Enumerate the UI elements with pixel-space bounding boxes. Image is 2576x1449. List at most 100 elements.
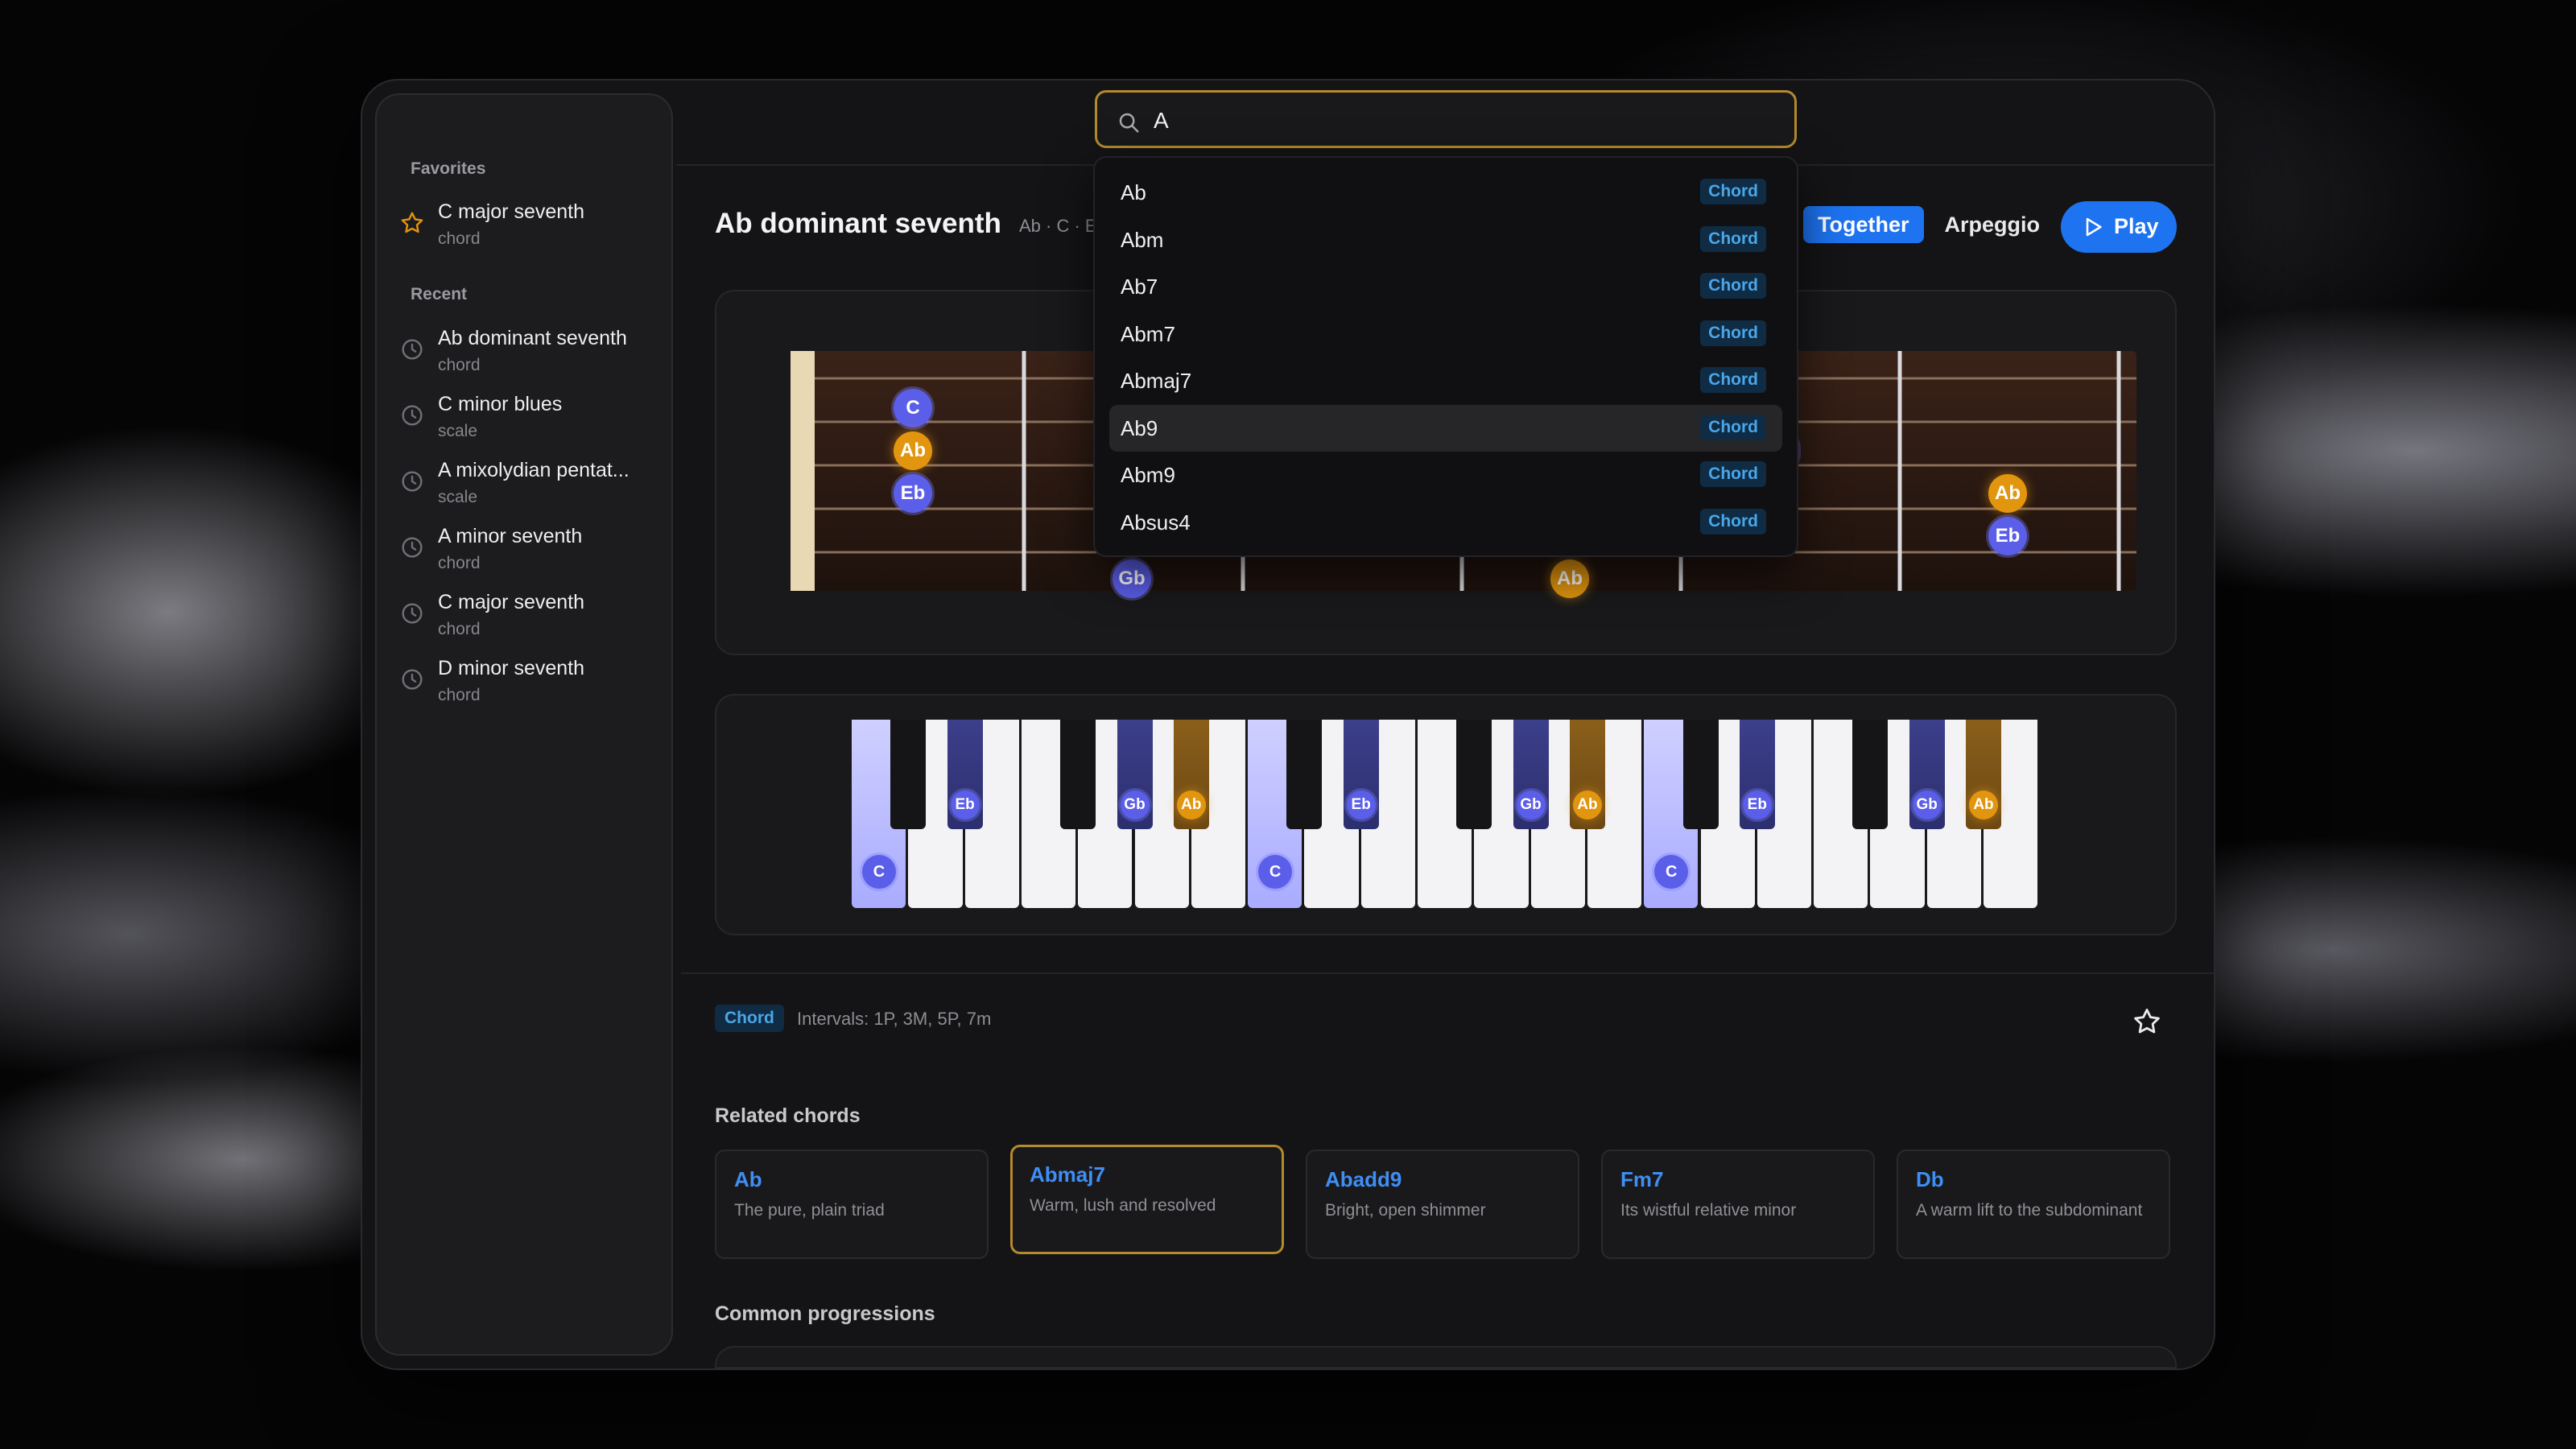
suggestion-type-tag: Chord xyxy=(1700,461,1766,487)
suggestion-item[interactable]: Ab Chord xyxy=(1109,169,1782,216)
sidebar: Favorites C major seventh chord Recent A… xyxy=(375,93,673,1356)
piano-black-key[interactable] xyxy=(1060,720,1096,829)
intervals-text: Intervals: 1P, 3M, 5P, 7m xyxy=(797,1009,992,1029)
piano-note-label: Ab xyxy=(1572,791,1602,819)
suggestion-item[interactable]: Abm9 Chord xyxy=(1109,452,1782,498)
clock-icon xyxy=(402,339,423,360)
sidebar-item-recent[interactable]: Ab dominant seventh chord xyxy=(399,327,657,386)
sidebar-item-favorite[interactable]: C major seventh chord xyxy=(399,200,657,260)
suggestion-type-tag: Chord xyxy=(1700,367,1766,393)
sidebar-item-title: A mixolydian pentat... xyxy=(438,459,630,481)
chord-notes-subtitle: Ab · C · E xyxy=(1019,216,1097,236)
clock-icon xyxy=(402,405,423,426)
sidebar-item-type: scale xyxy=(438,422,478,440)
related-chord-name: Fm7 xyxy=(1620,1167,1664,1191)
fret-note: Ab xyxy=(894,431,932,470)
common-progressions-heading: Common progressions xyxy=(715,1302,935,1325)
search-icon xyxy=(1119,113,1139,133)
related-chord-card[interactable]: Fm7 Its wistful relative minor xyxy=(1601,1150,1875,1259)
related-chord-description: Warm, lush and resolved xyxy=(1030,1196,1216,1215)
piano-black-key[interactable] xyxy=(890,720,927,829)
suggestion-type-tag: Chord xyxy=(1700,225,1766,252)
sidebar-item-type: chord xyxy=(438,229,481,248)
recent-heading: Recent xyxy=(411,285,468,303)
suggestion-item[interactable]: Abm Chord xyxy=(1109,217,1782,263)
fret-note: Ab xyxy=(1988,474,2027,513)
piano-keyboard: Eb Gb Ab C Eb Gb Ab C Eb Gb Ab C xyxy=(852,720,2040,908)
sidebar-item-recent[interactable]: A mixolydian pentat... scale xyxy=(399,459,657,518)
suggestion-item[interactable]: Ab9 Chord xyxy=(1109,404,1782,452)
fret-note: Gb xyxy=(1113,559,1151,598)
piano-note-label: Eb xyxy=(1346,791,1376,819)
piano-black-key[interactable] xyxy=(1456,720,1492,829)
playback-mode-toggle: Together Arpeggio xyxy=(1803,206,2054,245)
piano-black-key[interactable] xyxy=(1852,720,1889,829)
related-chord-name: Db xyxy=(1916,1167,1944,1191)
fret-note: Eb xyxy=(1988,517,2027,555)
piano-note-label: C xyxy=(1258,855,1293,889)
suggestion-type-tag: Chord xyxy=(1700,414,1766,440)
sidebar-item-type: scale xyxy=(438,488,478,506)
related-chord-name: Ab xyxy=(734,1167,762,1191)
sidebar-item-title: C minor blues xyxy=(438,393,563,415)
related-chord-name: Abmaj7 xyxy=(1030,1162,1105,1187)
suggestion-type-tag: Chord xyxy=(1700,273,1766,299)
piano-note-label: Gb xyxy=(1120,791,1150,819)
fret-note: Ab xyxy=(1550,559,1589,598)
sidebar-item-recent[interactable]: C major seventh chord xyxy=(399,591,657,650)
suggestion-label: Abm7 xyxy=(1121,321,1175,346)
mode-together-button[interactable]: Together xyxy=(1803,206,1924,243)
clock-icon xyxy=(402,603,423,624)
suggestion-item[interactable]: Absus4 Chord xyxy=(1109,499,1782,546)
search-input[interactable] xyxy=(1152,102,1767,139)
sidebar-item-type: chord xyxy=(438,620,481,638)
mode-arpeggio-button[interactable]: Arpeggio xyxy=(1930,206,2055,243)
fret-note: C xyxy=(894,389,932,427)
suggestion-item[interactable]: Abm7 Chord xyxy=(1109,311,1782,357)
sidebar-item-title: C major seventh xyxy=(438,591,585,613)
sidebar-item-type: chord xyxy=(438,554,481,572)
fret-note: Eb xyxy=(894,474,932,513)
suggestion-label: Abm9 xyxy=(1121,463,1175,487)
sidebar-item-recent[interactable]: A minor seventh chord xyxy=(399,525,657,584)
related-chord-description: The pure, plain triad xyxy=(734,1201,885,1220)
piano-note-label: C xyxy=(862,855,896,889)
suggestion-label: Abm xyxy=(1121,227,1164,252)
suggestion-item[interactable]: Abmaj7 Chord xyxy=(1109,357,1782,404)
piano-note-label: Ab xyxy=(1969,791,1998,819)
suggestion-item[interactable]: Ab7 Chord xyxy=(1109,263,1782,310)
sidebar-item-title: A minor seventh xyxy=(438,525,583,547)
related-chord-card[interactable]: Abadd9 Bright, open shimmer xyxy=(1306,1150,1579,1259)
sidebar-item-title: C major seventh xyxy=(438,200,585,223)
related-chords-heading: Related chords xyxy=(715,1104,861,1127)
piano-note-label: Gb xyxy=(1912,791,1942,819)
play-button[interactable]: Play xyxy=(2061,201,2177,253)
star-outline-icon[interactable] xyxy=(2132,1006,2162,1037)
piano-black-key[interactable] xyxy=(1682,720,1719,829)
clock-icon xyxy=(402,537,423,558)
suggestion-type-tag: Chord xyxy=(1700,320,1766,346)
sidebar-item-recent[interactable]: D minor seventh chord xyxy=(399,657,657,716)
sidebar-item-title: D minor seventh xyxy=(438,657,585,679)
suggestion-label: Ab9 xyxy=(1121,415,1158,440)
related-chord-card[interactable]: Db A warm lift to the subdominant xyxy=(1897,1150,2170,1259)
piano-black-key[interactable] xyxy=(1286,720,1323,829)
piano-note-label: C xyxy=(1654,855,1689,889)
play-icon xyxy=(2086,217,2102,237)
piano-note-label: Eb xyxy=(1742,791,1772,819)
related-chord-card[interactable]: Ab The pure, plain triad xyxy=(715,1150,989,1259)
suggestion-type-tag: Chord xyxy=(1700,508,1766,535)
sidebar-item-recent[interactable]: C minor blues scale xyxy=(399,393,657,452)
related-chord-description: Its wistful relative minor xyxy=(1620,1201,1797,1220)
star-icon xyxy=(401,212,423,233)
search-field[interactable] xyxy=(1095,90,1797,148)
related-chord-card[interactable]: Abmaj7 Warm, lush and resolved xyxy=(1010,1145,1284,1254)
suggestion-label: Absus4 xyxy=(1121,510,1191,535)
related-chord-name: Abadd9 xyxy=(1325,1167,1402,1191)
section-divider xyxy=(681,972,2214,974)
progressions-panel xyxy=(715,1346,2177,1368)
piano-note-label: Gb xyxy=(1516,791,1546,819)
favorites-heading: Favorites xyxy=(411,159,486,178)
sidebar-item-type: chord xyxy=(438,356,481,374)
play-label: Play xyxy=(2114,214,2159,238)
